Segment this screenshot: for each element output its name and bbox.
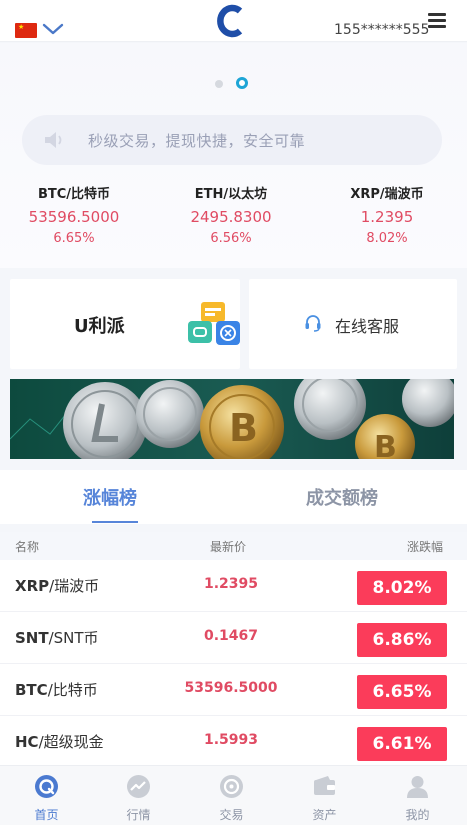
svg-text:B: B	[374, 430, 397, 459]
chevron-down-icon[interactable]	[42, 21, 64, 37]
nav-market-label: 行情	[126, 808, 151, 822]
nav-assets[interactable]: 资产	[278, 766, 371, 825]
chart-icon	[127, 775, 150, 798]
col-name-header: 名称	[15, 540, 40, 554]
wallet-icon	[314, 776, 335, 795]
china-flag-icon[interactable]: ★	[15, 23, 37, 38]
col-price-header: 最新价	[210, 540, 247, 554]
ticker-name: ETH/以太坊	[194, 187, 268, 202]
ticker-item[interactable]: ETH/以太坊 2495.8300 6.56%	[151, 185, 311, 249]
col-change-header: 涨跌幅	[407, 540, 444, 554]
nav-mine-label: 我的	[405, 808, 430, 822]
nav-market[interactable]: 行情	[92, 766, 185, 825]
notice-bar[interactable]: 秒级交易，提现快捷，安全可靠	[22, 115, 442, 165]
carousel-dot[interactable]	[215, 80, 223, 88]
tab-volume[interactable]: 成交额榜	[306, 484, 378, 510]
table-row[interactable]: BTC/比特币 53596.5000 6.65%	[0, 664, 467, 716]
change-badge[interactable]: 8.02%	[357, 571, 447, 605]
banner-area: 秒级交易，提现快捷，安全可靠 BTC/比特币 53596.5000 6.65% …	[0, 43, 467, 268]
user-phone[interactable]: 155******555	[334, 22, 429, 38]
table-row[interactable]: SNT/SNT币 0.1467 6.86%	[0, 612, 467, 664]
svg-text:B: B	[229, 406, 258, 450]
coin-symbol: HC/超级现金	[15, 733, 104, 751]
app-screen: ★ 155******555 秒级交易，提现快捷，安全可靠 BTC/比特币 53…	[0, 0, 467, 825]
table-row[interactable]: HC/超级现金 1.5993 6.61%	[0, 716, 467, 768]
crypto-coins-banner[interactable]: B B	[10, 379, 454, 459]
app-logo-icon	[217, 4, 243, 38]
coin-symbol: SNT/SNT币	[15, 629, 99, 647]
coin-symbol: XRP/瑞波币	[15, 577, 100, 595]
ticker-name: XRP/瑞波币	[350, 187, 424, 202]
bottom-nav: 首页 行情 交易 资产 我的	[0, 765, 467, 825]
ticker-item[interactable]: BTC/比特币 53596.5000 6.65%	[0, 185, 154, 249]
coin-price: 1.2395	[203, 576, 259, 592]
carousel-dot-active[interactable]	[236, 77, 248, 89]
ticker-price: 2495.8300	[190, 208, 272, 226]
ticker-change: 8.02%	[366, 231, 408, 246]
change-badge[interactable]: 6.61%	[357, 727, 447, 761]
customer-service-label: 在线客服	[335, 317, 400, 336]
user-icon	[407, 776, 428, 798]
nav-home[interactable]: 首页	[0, 766, 93, 825]
customer-service-card[interactable]: 在线客服	[249, 279, 457, 369]
ulipai-label: U利派	[74, 316, 125, 337]
change-badge[interactable]: 6.86%	[357, 623, 447, 657]
ticker-strip: BTC/比特币 53596.5000 6.65% ETH/以太坊 2495.83…	[0, 185, 467, 255]
tab-active-indicator	[92, 521, 138, 523]
list-header: 名称 最新价 涨跌幅	[0, 532, 467, 560]
ticker-item[interactable]: XRP/瑞波币 1.2395 8.02%	[307, 185, 467, 249]
table-row[interactable]: XRP/瑞波币 1.2395 8.02%	[0, 560, 467, 612]
nav-assets-label: 资产	[312, 808, 337, 822]
wallet-exchange-icon	[188, 302, 240, 345]
top-header: ★ 155******555	[0, 0, 467, 42]
coin-price: 53596.5000	[184, 680, 278, 696]
nav-mine[interactable]: 我的	[371, 766, 464, 825]
ticker-price: 53596.5000	[28, 208, 120, 226]
ranking-tabs: 涨幅榜 成交额榜	[0, 470, 467, 524]
coin-price: 0.1467	[203, 628, 259, 644]
ticker-change: 6.56%	[210, 231, 252, 246]
nav-home-label: 首页	[34, 808, 59, 822]
ticker-change: 6.65%	[53, 231, 95, 246]
coin-symbol: BTC/比特币	[15, 681, 98, 699]
speaker-icon	[45, 132, 62, 148]
ticker-price: 1.2395	[360, 208, 414, 226]
coin-price: 1.5993	[203, 732, 259, 748]
ticker-name: BTC/比特币	[37, 187, 111, 202]
tab-gainers[interactable]: 涨幅榜	[83, 484, 137, 510]
notice-text: 秒级交易，提现快捷，安全可靠	[88, 132, 306, 150]
menu-icon[interactable]	[428, 13, 446, 29]
home-icon	[35, 775, 58, 798]
trade-icon	[220, 775, 243, 798]
change-badge[interactable]: 6.65%	[357, 675, 447, 709]
nav-trade[interactable]: 交易	[185, 766, 278, 825]
ulipai-card[interactable]: U利派	[10, 279, 240, 369]
nav-trade-label: 交易	[219, 808, 244, 822]
headset-icon	[305, 315, 321, 332]
